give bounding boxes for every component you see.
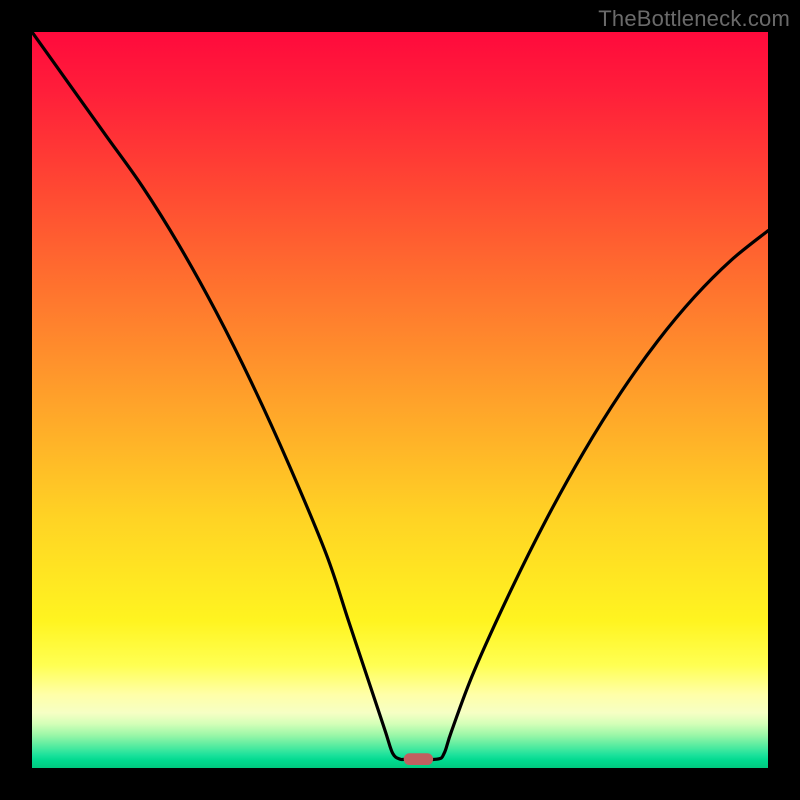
bottleneck-curve-path (32, 32, 768, 760)
plot-area (32, 32, 768, 768)
watermark-text: TheBottleneck.com (598, 6, 790, 32)
chart-frame: TheBottleneck.com (0, 0, 800, 800)
optimal-point-marker (404, 753, 433, 765)
chart-svg (32, 32, 768, 768)
